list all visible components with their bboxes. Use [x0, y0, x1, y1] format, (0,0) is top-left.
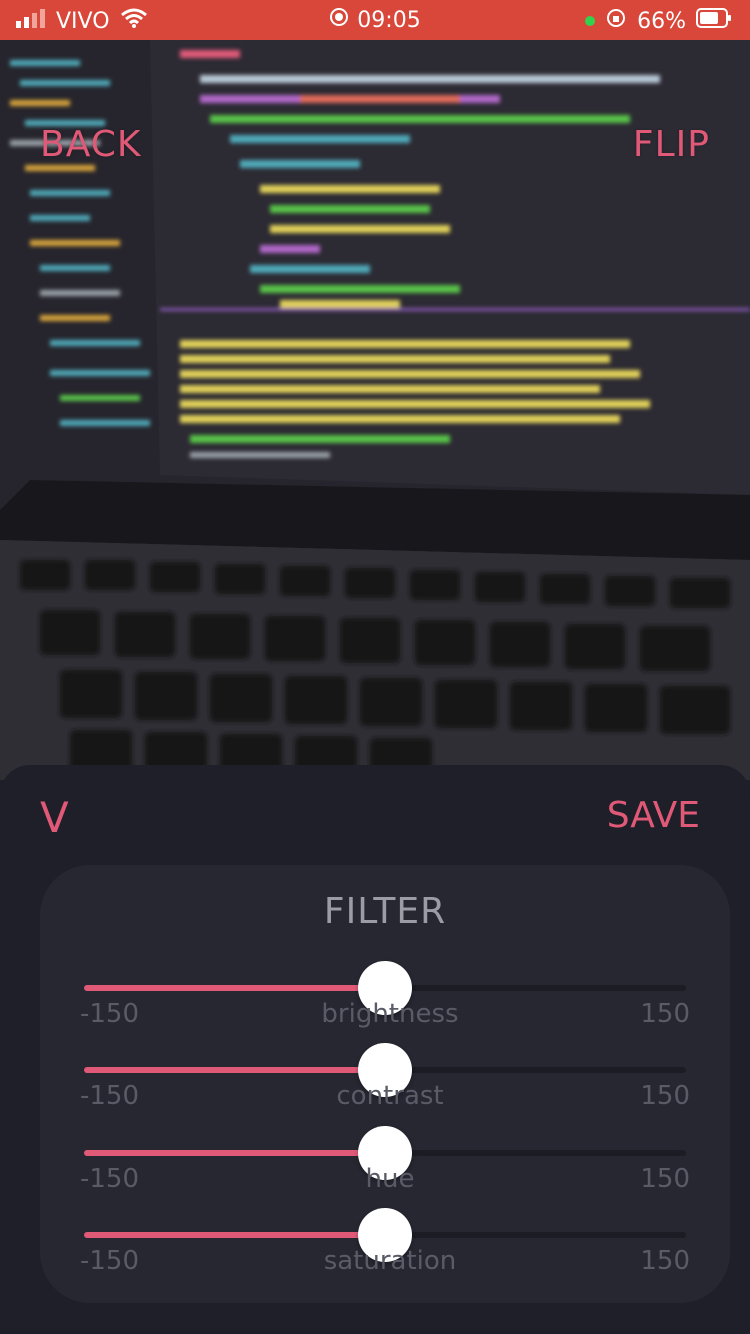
slider-fill — [84, 1150, 385, 1156]
battery-icon — [696, 8, 732, 34]
record-icon — [329, 7, 349, 33]
back-button[interactable]: BACK — [40, 124, 141, 165]
flip-camera-button[interactable]: FLIP — [633, 124, 710, 165]
slider-fill — [84, 1067, 385, 1073]
contrast-slider[interactable]: -150 contrast 150 — [80, 1043, 690, 1137]
slider-name-label: brightness — [321, 999, 459, 1029]
slider-name-label: saturation — [323, 1246, 457, 1276]
rotation-lock-icon — [605, 7, 627, 35]
slider-max-label: 150 — [640, 1081, 690, 1111]
slider-max-label: 150 — [640, 999, 690, 1029]
slider-max-label: 150 — [640, 1246, 690, 1276]
slider-max-label: 150 — [640, 1164, 690, 1194]
slider-name-label: contrast — [336, 1081, 444, 1111]
collapse-sheet-button[interactable]: V — [40, 793, 69, 842]
slider-fill — [84, 1232, 385, 1238]
save-button[interactable]: SAVE — [607, 795, 700, 836]
camera-preview: BACK FLIP — [0, 40, 750, 780]
clock-label: 09:05 — [357, 7, 421, 33]
filter-panel: FILTER -150 brightness 150 -150 contrast… — [40, 865, 730, 1303]
status-right: 66% — [585, 7, 732, 35]
battery-percent: 66% — [637, 8, 686, 34]
slider-name-label: hue — [365, 1164, 415, 1194]
saturation-slider[interactable]: -150 saturation 150 — [80, 1208, 690, 1302]
status-bar: VIVO 09:05 66% — [0, 0, 750, 40]
camera-in-use-dot-icon — [585, 16, 596, 26]
slider-fill — [84, 985, 385, 991]
filter-sheet: V SAVE FILTER -150 brightness 150 -150 c… — [0, 765, 750, 1334]
filter-title: FILTER — [323, 891, 447, 932]
